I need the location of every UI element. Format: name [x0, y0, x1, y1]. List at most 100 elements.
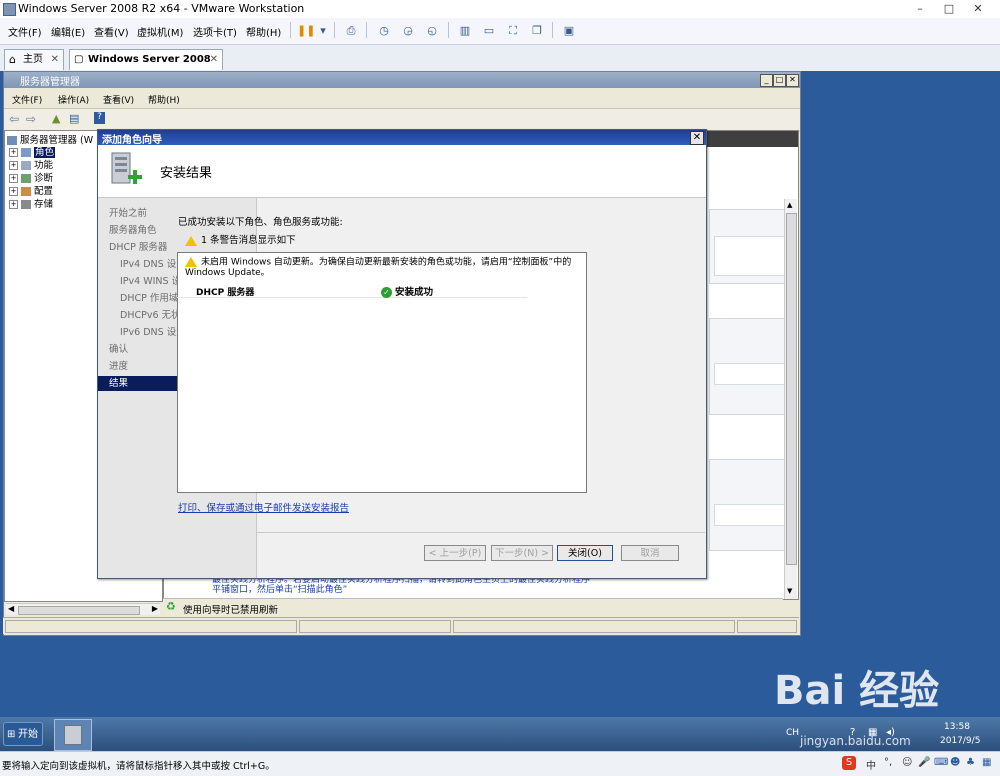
user-icon[interactable]: ☻ — [950, 757, 960, 768]
sm-menu-help[interactable]: 帮助(H) — [148, 93, 180, 106]
maximize-icon[interactable]: □ — [773, 74, 786, 87]
minimize-icon[interactable]: _ — [760, 74, 773, 87]
warning-count-text: 1 条警告消息显示如下 — [201, 235, 296, 246]
close-icon[interactable]: ✕ — [690, 131, 704, 145]
status-cell — [453, 620, 735, 633]
scroll-thumb[interactable] — [786, 213, 797, 565]
server-manager-bottom-bar — [3, 617, 799, 634]
tree-item-storage-label: 存储 — [34, 199, 54, 210]
send-keys-icon[interactable]: ⎙ — [342, 21, 360, 41]
tree-item-configuration[interactable]: + 配置 — [9, 183, 53, 197]
windows-logo-icon: ⊞ — [7, 729, 16, 740]
close-button[interactable]: 关闭(O) — [557, 545, 613, 561]
details-vertical-scrollbar[interactable]: ▲ ▼ — [784, 199, 797, 599]
server-manager-menu-bar: 文件(F) 操作(A) 查看(V) 帮助(H) — [4, 89, 800, 107]
close-icon[interactable]: ✕ — [966, 1, 990, 16]
emoji-icon[interactable]: ☺ — [902, 757, 912, 768]
help-icon[interactable]: ? — [94, 112, 105, 124]
punctuation-icon[interactable]: °, — [884, 757, 892, 768]
expand-icon[interactable]: + — [9, 174, 18, 183]
menu-tabs[interactable]: 选项卡(T) — [193, 24, 237, 39]
console-view-icon[interactable]: ▣ — [560, 21, 578, 41]
revert-snapshot-icon[interactable]: ◶ — [399, 21, 417, 41]
close-icon[interactable]: ✕ — [786, 74, 799, 87]
clock-time[interactable]: 13:58 — [944, 722, 970, 732]
unity-icon[interactable]: ❐ — [528, 21, 546, 41]
toolbar-separator — [552, 22, 553, 38]
fullscreen-icon[interactable]: ⛶ — [504, 21, 522, 41]
minimize-icon[interactable]: – — [908, 1, 932, 16]
ime-indicator[interactable]: CH — [786, 728, 799, 738]
tab-home[interactable]: ⌂ 主页 ✕ — [4, 49, 64, 70]
tree-item-storage[interactable]: + 存储 — [9, 196, 53, 210]
wizard-heading: 安装结果 — [160, 166, 213, 181]
vmware-status-bar: 要将输入定向到该虚拟机，请将鼠标指针移入其中或按 Ctrl+G。 S 中 °, … — [0, 751, 1000, 776]
ime-mode-indicator[interactable]: 中 — [866, 757, 876, 772]
scroll-left-icon[interactable]: ◀ — [8, 604, 14, 613]
previous-button[interactable]: < 上一步(P) — [424, 545, 486, 561]
keyboard-icon[interactable]: ⌨ — [934, 757, 948, 768]
expand-icon[interactable]: + — [9, 187, 18, 196]
clock-date[interactable]: 2017/9/5 — [940, 736, 980, 746]
scroll-right-icon[interactable]: ▶ — [152, 604, 158, 613]
scroll-thumb[interactable] — [18, 606, 140, 615]
menu-edit[interactable]: 编辑(E) — [51, 24, 85, 39]
wizard-title: 添加角色向导 — [102, 135, 162, 146]
next-button[interactable]: 下一步(N) > — [491, 545, 553, 561]
pause-icon[interactable]: ❚❚ — [296, 21, 315, 41]
skin-icon[interactable]: ♣ — [966, 757, 975, 768]
sm-menu-view[interactable]: 查看(V) — [103, 93, 134, 106]
forward-icon[interactable]: ⇨ — [26, 112, 36, 126]
roles-icon — [21, 148, 31, 157]
back-icon[interactable]: ⇦ — [9, 112, 19, 126]
tree-item-roles[interactable]: + 角色 — [9, 144, 56, 158]
events-panel — [709, 318, 796, 415]
vmware-status-text: 要将输入定向到该虚拟机，请将鼠标指针移入其中或按 Ctrl+G。 — [2, 761, 275, 772]
taskbar-server-manager[interactable] — [54, 719, 92, 751]
library-view-icon[interactable]: ▥ — [456, 21, 474, 41]
menu-file[interactable]: 文件(F) — [8, 24, 42, 39]
console-tree-icon[interactable]: ▤ — [69, 112, 79, 125]
configuration-icon — [21, 187, 31, 196]
tree-horizontal-scrollbar[interactable]: ◀ ▶ — [6, 603, 160, 615]
expand-icon[interactable]: + — [9, 148, 18, 157]
server-manager-icon — [64, 725, 82, 745]
cancel-button[interactable]: 取消 — [621, 545, 679, 561]
toolbox-icon[interactable]: ▦ — [982, 757, 991, 768]
status-cell — [737, 620, 797, 633]
up-folder-icon[interactable]: ▲ — [52, 112, 60, 125]
microphone-icon[interactable]: 🎤 — [918, 757, 930, 768]
sm-menu-file[interactable]: 文件(F) — [12, 93, 42, 106]
vmware-menu-bar: 文件(F) 编辑(E) 查看(V) 虚拟机(M) 选项卡(T) 帮助(H) — [0, 18, 1000, 45]
chevron-down-icon[interactable]: ▾ — [314, 21, 332, 41]
tree-item-diagnostics[interactable]: + 诊断 — [9, 170, 53, 184]
menu-vm[interactable]: 虚拟机(M) — [137, 24, 183, 39]
sm-menu-action[interactable]: 操作(A) — [58, 93, 89, 106]
close-icon[interactable]: ✕ — [51, 50, 59, 70]
vm-icon: ▢ — [74, 54, 84, 65]
sogou-ime-icon[interactable]: S — [842, 756, 856, 770]
snapshot-icon[interactable]: ◷ — [375, 21, 393, 41]
maximize-icon[interactable]: □ — [937, 1, 961, 16]
expand-icon[interactable]: + — [9, 200, 18, 209]
menu-view[interactable]: 查看(V) — [94, 24, 129, 39]
menu-help[interactable]: 帮助(H) — [246, 24, 281, 39]
status-cell — [299, 620, 451, 633]
tree-item-features[interactable]: + 功能 — [9, 157, 53, 171]
server-manager-status-bar: ♻ 使用向导时已禁用刷新 — [163, 598, 783, 616]
home-icon: ⌂ — [9, 53, 16, 66]
scroll-up-icon[interactable]: ▲ — [787, 201, 792, 209]
wizard-header: 安装结果 — [98, 145, 706, 198]
expand-icon[interactable]: + — [9, 161, 18, 170]
install-report-link[interactable]: 打印、保存或通过电子邮件发送安装报告 — [178, 500, 349, 514]
scroll-down-icon[interactable]: ▼ — [787, 587, 792, 595]
start-button[interactable]: ⊞ 开始 — [3, 722, 43, 746]
events-box — [714, 363, 791, 385]
tab-home-label: 主页 — [23, 54, 43, 65]
thumbnail-view-icon[interactable]: ▭ — [480, 21, 498, 41]
tab-vm[interactable]: ▢ Windows Server 2008 R2 ... ✕ — [69, 49, 223, 85]
result-status-text: 安装成功 — [395, 287, 434, 298]
close-icon[interactable]: ✕ — [210, 50, 218, 70]
snapshot-manager-icon[interactable]: ◵ — [423, 21, 441, 41]
success-check-icon: ✓ — [381, 287, 392, 298]
